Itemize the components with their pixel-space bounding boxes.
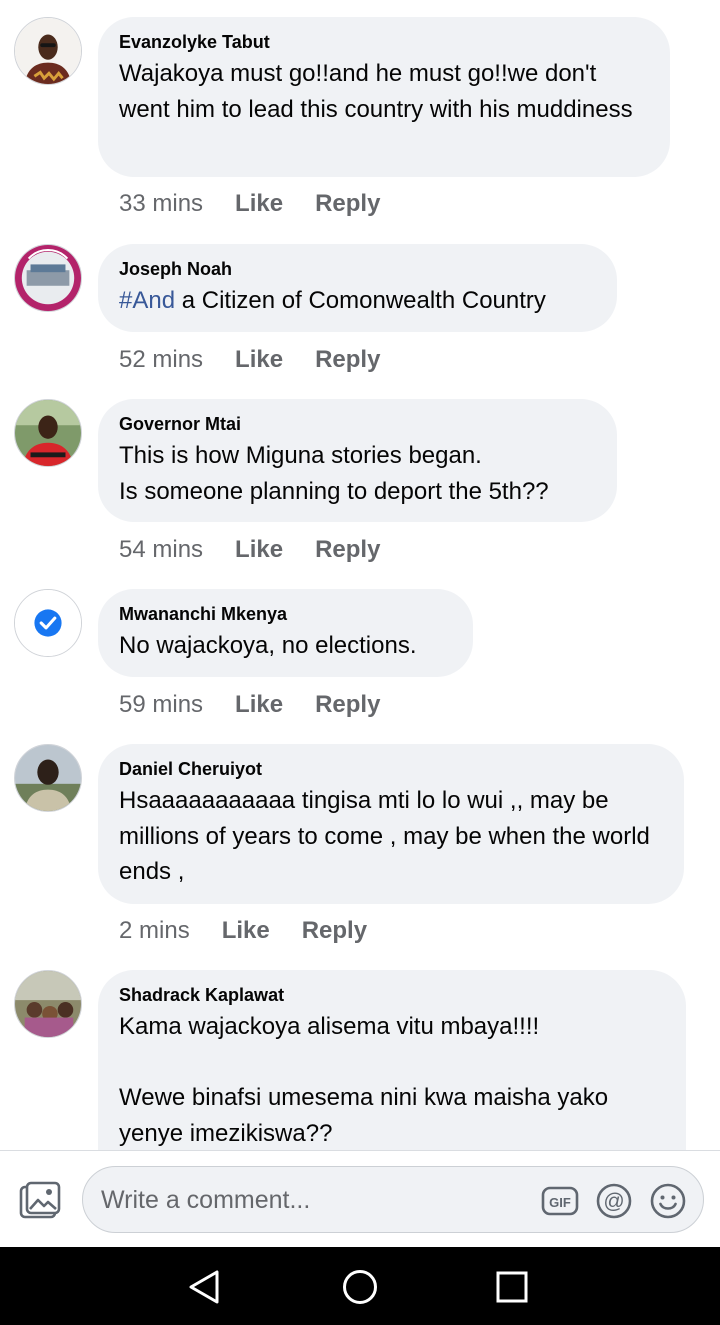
reply-button[interactable]: Reply (315, 535, 380, 565)
comment-time[interactable]: 2 mins (119, 916, 190, 946)
home-icon[interactable] (340, 1267, 380, 1307)
comment-composer: GIF @ (0, 1150, 720, 1247)
comment-author[interactable]: Shadrack Kaplawat (119, 984, 664, 1006)
avatar[interactable] (14, 744, 82, 812)
comment-text: No wajackoya, no elections. (119, 632, 417, 659)
avatar[interactable] (14, 17, 82, 85)
comment-actions: 33 mins Like Reply (119, 189, 380, 219)
comment-author[interactable]: Evanzolyke Tabut (119, 31, 648, 53)
system-navigation-bar (0, 1247, 720, 1325)
comment-bubble: Shadrack Kaplawat Kama wajackoya alisema… (98, 970, 686, 1150)
comment-text: Hsaaaaaaaaaaa tingisa mti lo lo wui ,, m… (119, 787, 657, 885)
comment-bubble: Daniel Cheruiyot Hsaaaaaaaaaaa tingisa m… (98, 744, 684, 904)
like-button[interactable]: Like (235, 345, 283, 375)
comment-time[interactable]: 52 mins (119, 345, 203, 375)
comment-author[interactable]: Joseph Noah (119, 258, 595, 280)
comment-actions: 52 mins Like Reply (119, 345, 380, 375)
like-button[interactable]: Like (235, 535, 283, 565)
verified-check-icon (15, 590, 81, 656)
photo-icon[interactable] (18, 1181, 62, 1221)
mention-icon[interactable]: @ (595, 1182, 633, 1220)
comment-time[interactable]: 54 mins (119, 535, 203, 565)
comment-feed[interactable]: Evanzolyke Tabut Wajakoya must go!!and h… (0, 0, 720, 1150)
avatar[interactable] (14, 399, 82, 467)
comment-text: This is how Miguna stories began. Is som… (119, 442, 549, 505)
recents-icon[interactable] (492, 1267, 532, 1307)
comment-bubble: Evanzolyke Tabut Wajakoya must go!!and h… (98, 17, 670, 177)
svg-text:@: @ (603, 1190, 624, 1213)
comment-author[interactable]: Governor Mtai (119, 413, 595, 435)
comment-time[interactable]: 33 mins (119, 189, 203, 219)
comment-author[interactable]: Daniel Cheruiyot (119, 758, 662, 780)
comment-input[interactable] (101, 1179, 531, 1221)
comment-text: Kama wajackoya alisema vitu mbaya!!!! We… (119, 1013, 609, 1147)
reply-button[interactable]: Reply (315, 345, 380, 375)
svg-text:GIF: GIF (549, 1195, 571, 1210)
hashtag-link[interactable]: #And (119, 287, 175, 314)
reply-button[interactable]: Reply (315, 189, 380, 219)
emoji-icon[interactable] (649, 1182, 687, 1220)
like-button[interactable]: Like (222, 916, 270, 946)
avatar[interactable] (14, 970, 82, 1038)
back-icon[interactable] (186, 1267, 226, 1307)
like-button[interactable]: Like (235, 690, 283, 720)
comment-bubble: Governor Mtai This is how Miguna stories… (98, 399, 617, 522)
avatar[interactable] (14, 244, 82, 312)
comment-text-body: a Citizen of Comonwealth Country (175, 287, 546, 314)
reply-button[interactable]: Reply (302, 916, 367, 946)
reply-button[interactable]: Reply (315, 690, 380, 720)
comment-author[interactable]: Mwananchi Mkenya (119, 603, 451, 625)
comment-actions: 54 mins Like Reply (119, 535, 380, 565)
like-button[interactable]: Like (235, 189, 283, 219)
comment-bubble: Mwananchi Mkenya No wajackoya, no electi… (98, 589, 473, 677)
comment-input-wrapper: GIF @ (82, 1166, 704, 1233)
comment-actions: 2 mins Like Reply (119, 916, 367, 946)
gif-icon[interactable]: GIF (541, 1182, 579, 1220)
avatar[interactable] (14, 589, 82, 657)
comment-text: Wajakoya must go!!and he must go!!we don… (119, 60, 633, 123)
comment-time[interactable]: 59 mins (119, 690, 203, 720)
comment-actions: 59 mins Like Reply (119, 690, 380, 720)
comment-text: #And a Citizen of Comonwealth Country (119, 283, 595, 319)
comment-bubble: Joseph Noah #And a Citizen of Comonwealt… (98, 244, 617, 332)
